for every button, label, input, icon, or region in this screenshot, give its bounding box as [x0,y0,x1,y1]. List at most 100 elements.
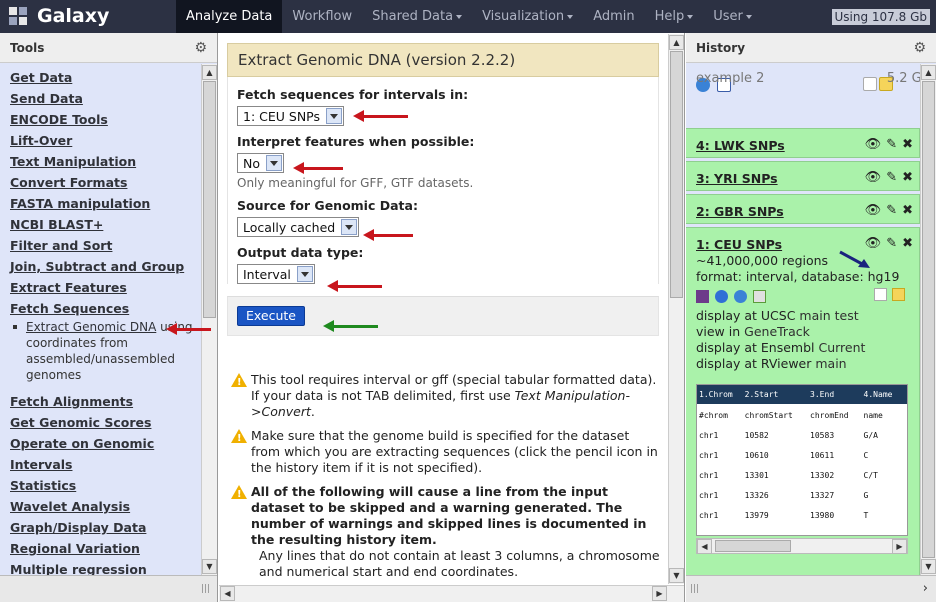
nav-tab[interactable]: Admin [583,0,644,33]
brand[interactable]: Galaxy [6,4,109,28]
tool-section-link[interactable]: Extract Features [10,277,200,298]
pencil-icon[interactable]: ✎ [886,236,897,251]
display-link[interactable]: Current [818,340,865,355]
display-link[interactable]: GeneTrack [744,324,810,339]
tool-section-link[interactable]: Wavelet Analysis [10,496,200,517]
scroll-thumb[interactable] [715,540,791,552]
scroll-down-icon[interactable]: ▼ [921,559,936,574]
nav-tab[interactable]: User [703,0,762,33]
note-indent: Any lines that do not contain at least 3… [259,548,660,579]
delete-icon[interactable]: ✖ [902,170,913,185]
eye-icon[interactable]: 👁 [865,137,882,152]
delete-icon[interactable]: ✖ [902,203,913,218]
eye-icon[interactable]: 👁 [865,236,882,251]
dataset-title[interactable]: 1: CEU SNPs [696,237,782,252]
chevron-down-icon[interactable] [341,219,358,235]
tool-section-link[interactable]: Fetch Alignments [10,391,200,412]
tool-section-link[interactable]: FASTA manipulation [10,193,200,214]
tool-section-link[interactable]: Operate on Genomic Intervals [10,433,200,475]
tool-section-link[interactable]: Filter and Sort [10,235,200,256]
pencil-icon[interactable]: ✎ [886,170,897,185]
chevron-down-icon[interactable] [266,155,282,171]
scroll-up-icon[interactable]: ▲ [202,65,217,80]
history-dataset[interactable]: 3: YRI SNPs 👁 ✎ ✖ [686,161,920,191]
tag-icon[interactable] [874,288,887,301]
scroll-up-icon[interactable]: ▲ [669,35,684,50]
scroll-thumb[interactable] [922,81,935,558]
tool-item-link[interactable]: Extract Genomic DNA [26,320,156,334]
tool-section-link[interactable]: ENCODE Tools [10,109,200,130]
resize-grip-icon[interactable]: ||| [690,584,699,594]
chevron-down-icon[interactable] [326,108,343,124]
scroll-left-icon[interactable]: ◀ [220,586,235,601]
dataset-peek: 1.Chrom 2.Start 3.End 4.Name #chrom chromSta… [696,384,908,536]
interpret-features-select[interactable]: No [237,153,284,173]
input-dataset-select[interactable]: 1: CEU SNPs [237,106,345,126]
nav-tab[interactable]: Workflow [282,0,362,33]
delete-icon[interactable]: ✖ [902,137,913,152]
nav-tab[interactable]: Visualization [472,0,583,33]
pencil-icon[interactable]: ✎ [886,203,897,218]
save-icon[interactable] [696,290,709,303]
nav-tab[interactable]: Analyze Data [176,0,283,33]
dataset-title[interactable]: 3: YRI SNPs [696,171,778,186]
info-icon[interactable] [714,290,728,303]
delete-icon[interactable]: ✖ [902,236,913,251]
peek-cell: chr1 [699,471,719,480]
history-dataset[interactable]: 4: LWK SNPs 👁 ✎ ✖ [686,128,920,158]
tool-section-link[interactable]: Text Manipulation [10,151,200,172]
display-link[interactable]: main [815,356,846,371]
scroll-down-icon[interactable]: ▼ [202,559,217,574]
genomic-source-select[interactable]: Locally cached [237,217,360,237]
chevron-down-icon[interactable] [296,266,313,282]
scroll-up-icon[interactable]: ▲ [921,65,936,80]
tool-section-link[interactable]: Join, Subtract and Group [10,256,200,277]
display-link-row: view in GeneTrack [696,324,899,340]
tool-section-link[interactable]: Get Genomic Scores [10,412,200,433]
nav-tab[interactable]: Help [645,0,704,33]
visualize-icon[interactable] [752,290,766,303]
history-name[interactable]: example 2 [696,71,764,86]
display-link[interactable]: test [835,308,859,323]
scroll-thumb[interactable] [203,81,216,318]
output-type-select[interactable]: Interval [237,264,315,284]
nav-tab[interactable]: Shared Data [362,0,472,33]
tag-icon[interactable] [863,77,877,91]
tool-section-link[interactable]: Regional Variation [10,538,200,559]
scroll-left-icon[interactable]: ◀ [697,539,712,554]
peek-cell: chr1 [699,451,719,460]
peek-hscrollbar[interactable]: ◀ ▶ [696,538,908,554]
scroll-down-icon[interactable]: ▼ [669,568,684,583]
history-dataset[interactable]: 2: GBR SNPs 👁 ✎ ✖ [686,194,920,224]
tool-section-link[interactable]: Fetch Sequences [10,298,200,319]
center-hscrollbar[interactable]: ◀ ▶ [219,585,684,602]
scroll-thumb[interactable] [670,51,683,298]
eye-icon[interactable]: 👁 [865,203,882,218]
center-scrollbar[interactable]: ▲ ▼ [668,34,684,584]
dataset-title[interactable]: 2: GBR SNPs [696,204,784,219]
pencil-icon[interactable]: ✎ [886,137,897,152]
chevron-right-icon[interactable]: › [923,581,928,596]
tool-panel-scrollbar[interactable]: ▲ ▼ [201,64,217,575]
resize-grip-icon[interactable]: ||| [201,584,210,594]
eye-icon[interactable]: 👁 [865,170,882,185]
tool-section-link[interactable]: Get Data [10,67,200,88]
gear-icon[interactable]: ⚙ [913,40,926,56]
display-link[interactable]: main [799,308,830,323]
tool-section-link[interactable]: NCBI BLAST+ [10,214,200,235]
history-scrollbar[interactable]: ▲ ▼ [920,64,936,575]
tool-section-link[interactable]: Lift-Over [10,130,200,151]
tool-section-link[interactable]: Send Data [10,88,200,109]
gear-icon[interactable]: ⚙ [194,40,207,56]
dataset-title[interactable]: 4: LWK SNPs [696,138,785,153]
help-notes: This tool requires interval or gff (spec… [231,372,661,588]
tool-section-link[interactable]: Statistics [10,475,200,496]
execute-button[interactable]: Execute [237,306,305,326]
annotation-arrow-green [323,320,378,332]
tool-section-link[interactable]: Graph/Display Data [10,517,200,538]
rerun-icon[interactable] [733,290,747,303]
annotate-icon[interactable] [892,288,905,301]
scroll-right-icon[interactable]: ▶ [652,586,667,601]
scroll-right-icon[interactable]: ▶ [892,539,907,554]
tool-section-link[interactable]: Convert Formats [10,172,200,193]
